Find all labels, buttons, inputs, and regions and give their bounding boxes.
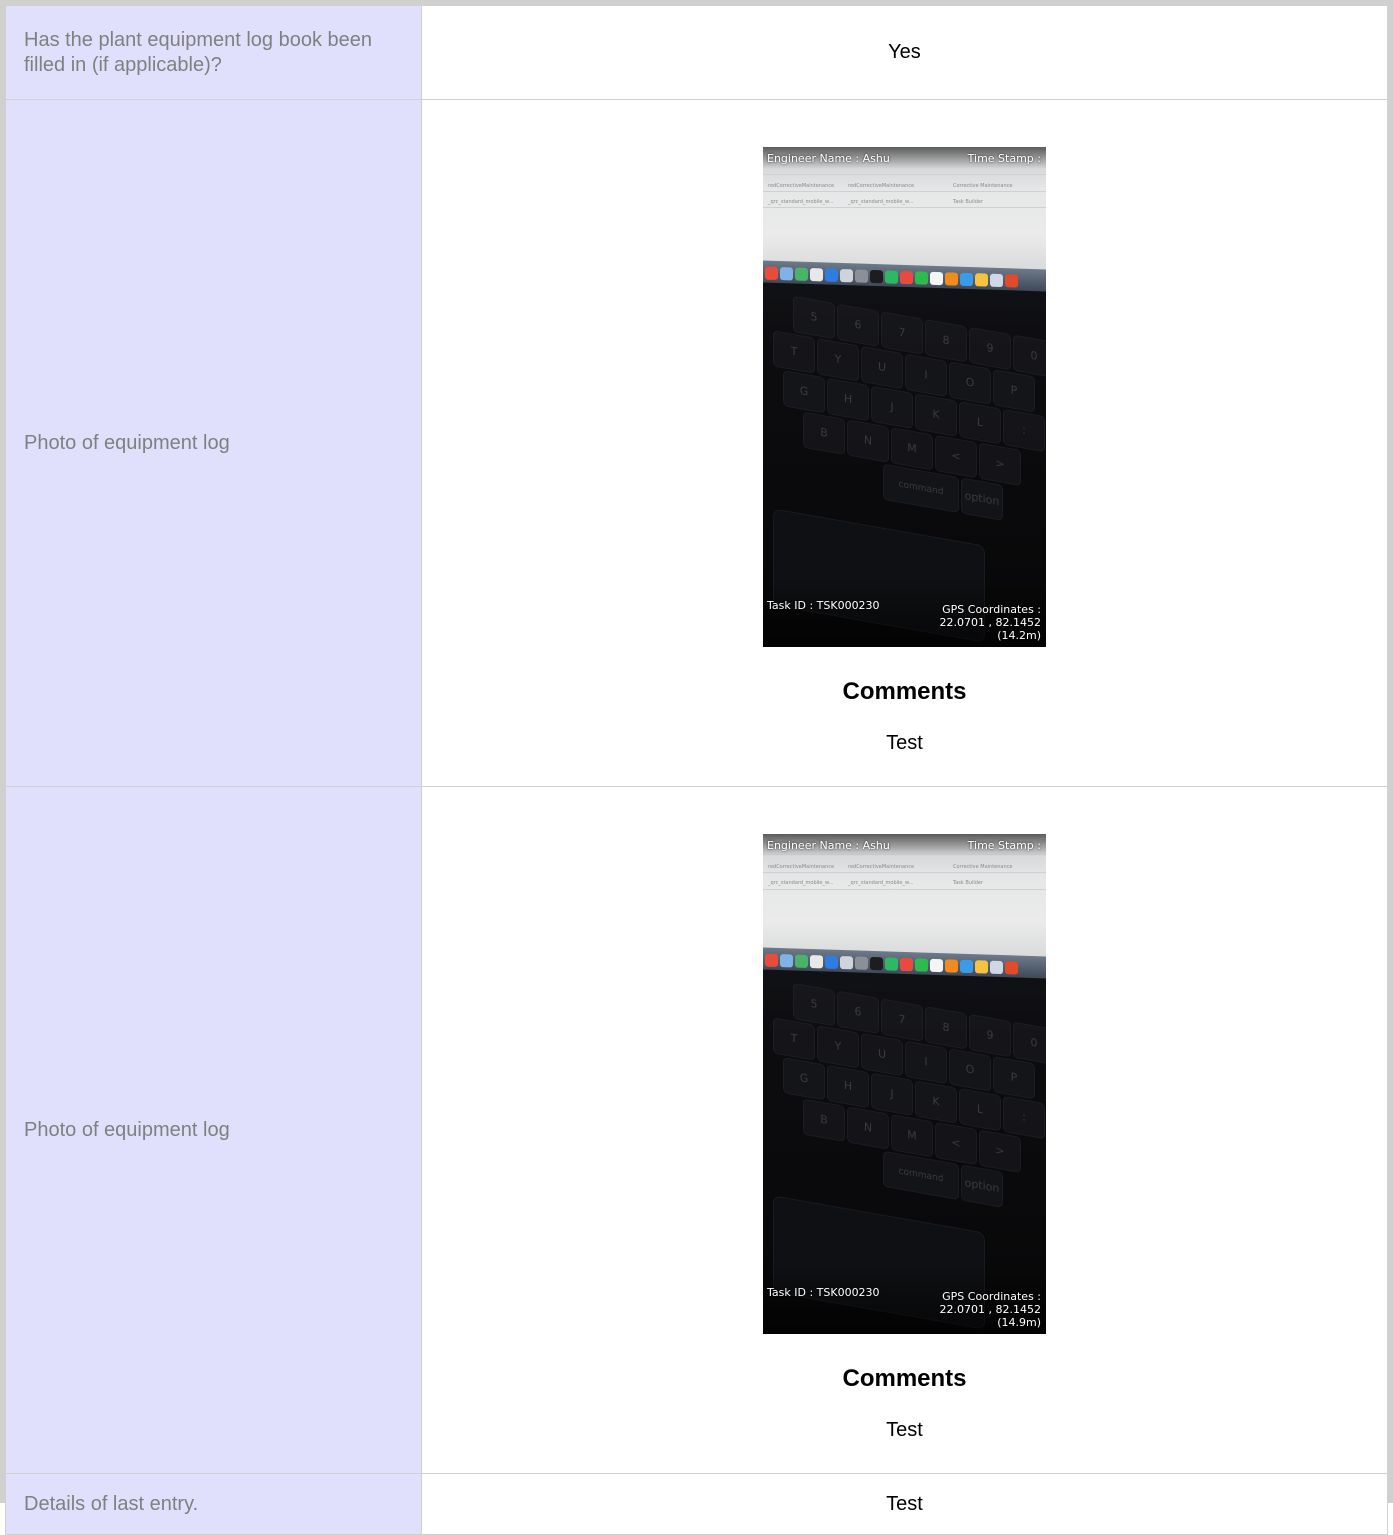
report-sheet: Has the plant equipment log book been fi… xyxy=(0,0,1393,1535)
comments-heading: Comments xyxy=(842,1365,967,1392)
photo-gps: GPS Coordinates : 22.0701 , 82.1452 (14.… xyxy=(940,603,1041,642)
answer-value: Yes xyxy=(421,5,1388,100)
report-table: Has the plant equipment log book been fi… xyxy=(5,5,1388,1535)
table-row: Details of last entry. Test xyxy=(5,1473,1388,1535)
photo-answer-cell: redCorrectiveMaintenance redCorrectiveMa… xyxy=(421,786,1388,1474)
gps-coordinates: 22.0701 , 82.1452 xyxy=(939,616,1041,629)
gps-accuracy: (14.9m) xyxy=(997,1316,1041,1329)
photo-engineer-name: Engineer Name : Ashu xyxy=(767,152,890,165)
question-label: Photo of equipment log xyxy=(5,99,422,787)
gps-label: GPS Coordinates : xyxy=(942,1290,1041,1303)
question-label: Details of last entry. xyxy=(5,1473,422,1535)
equipment-log-photo[interactable]: redCorrectiveMaintenance redCorrectiveMa… xyxy=(763,834,1046,1334)
gps-coordinates: 22.0701 , 82.1452 xyxy=(939,1303,1041,1316)
photo-task-id: Task ID : TSK000230 xyxy=(767,599,880,612)
photo-task-id: Task ID : TSK000230 xyxy=(767,1286,880,1299)
table-row: Has the plant equipment log book been fi… xyxy=(5,5,1388,100)
gps-label: GPS Coordinates : xyxy=(942,603,1041,616)
photo-timestamp: Time Stamp : xyxy=(967,839,1041,852)
photo-answer-cell: redCorrectiveMaintenance redCorrectiveMa… xyxy=(421,99,1388,787)
question-label: Photo of equipment log xyxy=(5,786,422,1474)
answer-value: Test xyxy=(421,1473,1388,1535)
equipment-log-photo[interactable]: redCorrectiveMaintenance redCorrectiveMa… xyxy=(763,147,1046,647)
comments-text: Test xyxy=(886,732,923,754)
question-label: Has the plant equipment log book been fi… xyxy=(5,5,422,100)
comments-heading: Comments xyxy=(842,678,967,705)
gps-accuracy: (14.2m) xyxy=(997,629,1041,642)
photo-gps: GPS Coordinates : 22.0701 , 82.1452 (14.… xyxy=(940,1290,1041,1329)
table-row: Photo of equipment log redCorrectiveMain… xyxy=(5,786,1388,1474)
table-row: Photo of equipment log redCorrectiveMain… xyxy=(5,99,1388,787)
photo-timestamp: Time Stamp : xyxy=(967,152,1041,165)
photo-engineer-name: Engineer Name : Ashu xyxy=(767,839,890,852)
comments-text: Test xyxy=(886,1419,923,1441)
